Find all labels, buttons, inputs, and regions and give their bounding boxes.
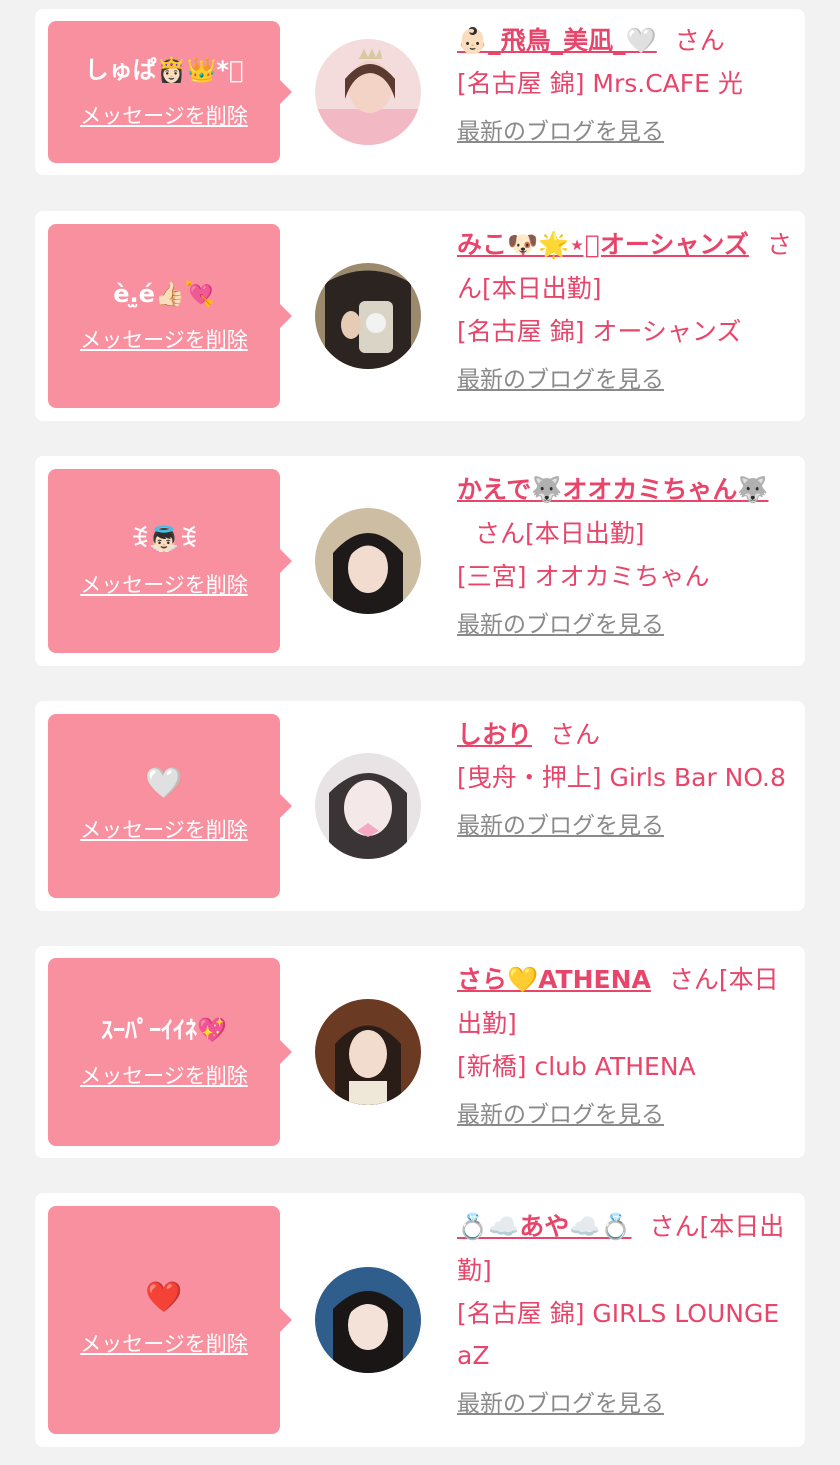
- message-bubble: ❤️ メッセージを削除: [48, 1206, 292, 1434]
- honorific: さん: [550, 720, 601, 749]
- delete-message-link[interactable]: メッセージを削除: [80, 324, 248, 354]
- blog-link[interactable]: 最新のブログを見る: [457, 811, 664, 841]
- avatar[interactable]: [315, 753, 421, 859]
- avatar[interactable]: [315, 508, 421, 614]
- message-bubble: しゅぱ👸🏻👑*゚ メッセージを削除: [48, 21, 292, 163]
- name-line: さら💛ATHENA さん[本日出勤]: [457, 958, 797, 1046]
- blog-link[interactable]: 最新のブログを見る: [457, 1389, 664, 1419]
- message-text: ꉂ👼🏻ꉂ: [130, 525, 198, 553]
- honorific: さん: [475, 519, 526, 548]
- delete-message-link[interactable]: メッセージを削除: [80, 569, 248, 599]
- avatar[interactable]: [315, 999, 421, 1105]
- name-line: 👶🏻_飛鳥_美凪_🤍 さん: [457, 19, 797, 63]
- profile-info: みこ🐶🌟⋆゚オーシャンズ さん[本日出勤] [名古屋 錦] オーシャンズ 最新のブ…: [457, 223, 797, 395]
- list-item: しゅぱ👸🏻👑*゚ メッセージを削除 👶🏻_飛鳥_美凪_🤍 さん [名古屋 錦] M…: [35, 9, 805, 175]
- profile-name-link[interactable]: しおり: [457, 720, 532, 749]
- avatar[interactable]: [315, 263, 421, 369]
- name-line: みこ🐶🌟⋆゚オーシャンズ さん[本日出勤]: [457, 223, 797, 311]
- profile-name-link[interactable]: みこ🐶🌟⋆゚オーシャンズ: [457, 230, 749, 259]
- list-item: 🤍 メッセージを削除 しおり さん [曳舟・押上] Girls Bar NO.8 …: [35, 701, 805, 911]
- message-bubble: 🤍 メッセージを削除: [48, 714, 292, 898]
- list-item: ｽｰﾊﾟｰｲｲﾈ💖 メッセージを削除 さら💛ATHENA さん[本日出勤] [新橋…: [35, 946, 805, 1158]
- profile-info: かえで🐺オオカミちゃん🐺 さん[本日出勤] [三宮] オオカミちゃん 最新のブログ…: [457, 468, 797, 640]
- profile-name-link[interactable]: かえで🐺オオカミちゃん🐺: [457, 475, 769, 504]
- message-text: ｽｰﾊﾟｰｲｲﾈ💖: [101, 1016, 227, 1044]
- delete-message-link[interactable]: メッセージを削除: [80, 100, 248, 130]
- profile-info: 👶🏻_飛鳥_美凪_🤍 さん [名古屋 錦] Mrs.CAFE 光 最新のブログを見…: [457, 19, 797, 147]
- profile-info: さら💛ATHENA さん[本日出勤] [新橋] club ATHENA 最新のブロ…: [457, 958, 797, 1130]
- profile-info: 💍☁️あや☁️💍 さん[本日出勤] [名古屋 錦] GIRLS LOUNGE aZ…: [457, 1205, 797, 1419]
- message-bubble: è.̫é👍🏻💘 メッセージを削除: [48, 224, 292, 408]
- profile-name-link[interactable]: さら💛ATHENA: [457, 965, 651, 994]
- avatar[interactable]: [315, 1267, 421, 1373]
- status-badge: [本日出勤]: [482, 274, 602, 303]
- message-list: しゅぱ👸🏻👑*゚ メッセージを削除 👶🏻_飛鳥_美凪_🤍 さん [名古屋 錦] M…: [0, 0, 840, 1465]
- blog-link[interactable]: 最新のブログを見る: [457, 117, 664, 147]
- message-bubble: ｽｰﾊﾟｰｲｲﾈ💖 メッセージを削除: [48, 958, 292, 1146]
- shop-name: [三宮] オオカミちゃん: [457, 562, 710, 591]
- name-line: かえで🐺オオカミちゃん🐺 さん[本日出勤]: [457, 468, 797, 556]
- message-text: è.̫é👍🏻💘: [113, 280, 215, 308]
- shop-name: [名古屋 錦] Mrs.CAFE 光: [457, 69, 743, 98]
- honorific: さん: [674, 26, 725, 55]
- honorific: さん: [668, 965, 719, 994]
- shop-name: [新橋] club ATHENA: [457, 1052, 696, 1081]
- message-text: しゅぱ👸🏻👑*゚: [84, 56, 244, 84]
- name-line: 💍☁️あや☁️💍 さん[本日出勤]: [457, 1205, 797, 1293]
- message-bubble: ꉂ👼🏻ꉂ メッセージを削除: [48, 469, 292, 653]
- delete-message-link[interactable]: メッセージを削除: [80, 814, 248, 844]
- list-item: ꉂ👼🏻ꉂ メッセージを削除 かえで🐺オオカミちゃん🐺 さん[本日出勤] [三宮] …: [35, 456, 805, 666]
- status-badge: [本日出勤]: [525, 519, 645, 548]
- profile-name-link[interactable]: 💍☁️あや☁️💍: [457, 1212, 632, 1241]
- list-item: ❤️ メッセージを削除 💍☁️あや☁️💍 さん[本日出勤] [名古屋 錦] GIR…: [35, 1193, 805, 1447]
- shop-name: [名古屋 錦] オーシャンズ: [457, 317, 742, 346]
- blog-link[interactable]: 最新のブログを見る: [457, 1100, 664, 1130]
- profile-info: しおり さん [曳舟・押上] Girls Bar NO.8 最新のブログを見る: [457, 713, 797, 841]
- blog-link[interactable]: 最新のブログを見る: [457, 365, 664, 395]
- shop-name: [曳舟・押上] Girls Bar NO.8: [457, 763, 786, 792]
- message-text: ❤️: [145, 1280, 183, 1315]
- profile-name-link[interactable]: 👶🏻_飛鳥_美凪_🤍: [457, 26, 657, 55]
- delete-message-link[interactable]: メッセージを削除: [80, 1060, 248, 1090]
- honorific: さん: [649, 1212, 700, 1241]
- blog-link[interactable]: 最新のブログを見る: [457, 610, 664, 640]
- message-text: 🤍: [145, 766, 183, 801]
- shop-name: [名古屋 錦] GIRLS LOUNGE aZ: [457, 1299, 780, 1370]
- delete-message-link[interactable]: メッセージを削除: [80, 1328, 248, 1358]
- list-item: è.̫é👍🏻💘 メッセージを削除 みこ🐶🌟⋆゚オーシャンズ さん[本日出勤] [名…: [35, 211, 805, 421]
- avatar[interactable]: [315, 39, 421, 145]
- name-line: しおり さん: [457, 713, 797, 757]
